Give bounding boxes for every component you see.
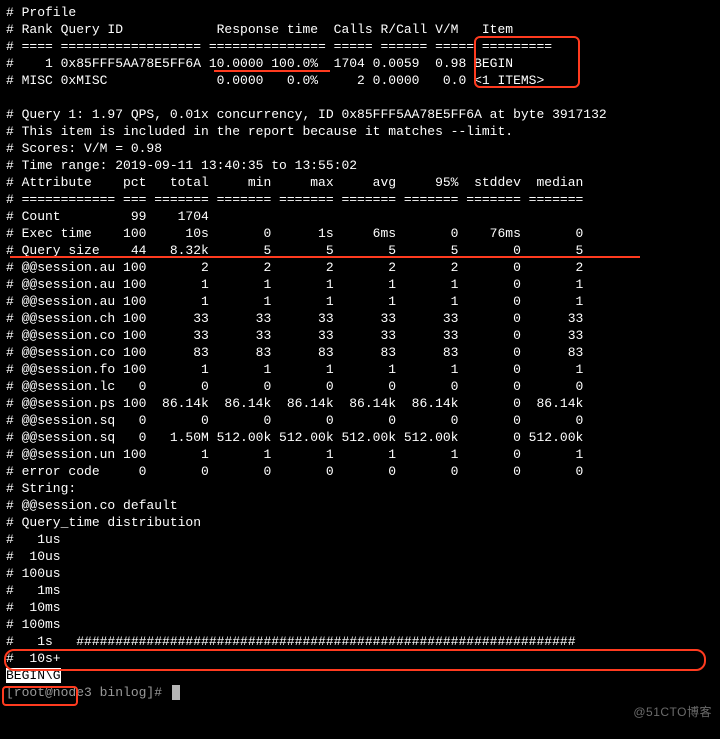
query-timerange: # Time range: 2019-09-11 13:40:35 to 13:… — [6, 157, 720, 174]
qtime-dist-title: # Query_time distribution — [6, 514, 720, 531]
profile-title: # Profile — [6, 4, 720, 21]
attr-sep: # ============ === ======= ======= =====… — [6, 191, 720, 208]
string-label: # String: — [6, 480, 720, 497]
table-row: # Query size 44 8.32k 5 5 5 5 0 5 — [6, 242, 720, 259]
histogram-row: # 10ms — [6, 599, 720, 616]
table-row: # @@session.lc 0 0 0 0 0 0 0 0 — [6, 378, 720, 395]
profile-header: # Rank Query ID Response time Calls R/Ca… — [6, 21, 720, 38]
histogram-row: # 1us — [6, 531, 720, 548]
table-row: # @@session.sq 0 1.50M 512.00k 512.00k 5… — [6, 429, 720, 446]
table-row: # @@session.co 100 33 33 33 33 33 0 33 — [6, 327, 720, 344]
table-row: # @@session.ch 100 33 33 33 33 33 0 33 — [6, 310, 720, 327]
table-row: # @@session.fo 100 1 1 1 1 1 0 1 — [6, 361, 720, 378]
cursor-icon — [172, 685, 180, 700]
blank — [6, 89, 720, 106]
qtime-bins: # 1us# 10us# 100us# 1ms# 10ms# 100ms# 1s… — [6, 531, 720, 667]
table-row: # error code 0 0 0 0 0 0 0 0 — [6, 463, 720, 480]
profile-row-misc: # MISC 0xMISC 0.0000 0.0% 2 0.0000 0.0 <… — [6, 72, 720, 89]
table-row: # @@session.au 100 1 1 1 1 1 0 1 — [6, 276, 720, 293]
histogram-row: # 100us — [6, 565, 720, 582]
query-title: # Query 1: 1.97 QPS, 0.01x concurrency, … — [6, 106, 720, 123]
histogram-row: # 10us — [6, 548, 720, 565]
table-row: # @@session.sq 0 0 0 0 0 0 0 0 — [6, 412, 720, 429]
table-row: # @@session.co 100 83 83 83 83 83 0 83 — [6, 344, 720, 361]
watermark: @51CTO博客 — [633, 704, 712, 721]
profile-sep: # ==== ================== ==============… — [6, 38, 720, 55]
histogram-row: # 1s ###################################… — [6, 633, 720, 650]
table-row: # Exec time 100 10s 0 1s 6ms 0 76ms 0 — [6, 225, 720, 242]
begin-g: BEGIN\G — [6, 667, 720, 684]
attr-rows: # Count 99 1704# Exec time 100 10s 0 1s … — [6, 208, 720, 480]
shell-prompt[interactable]: [root@node3 binlog]# — [6, 684, 720, 701]
histogram-row: # 1ms — [6, 582, 720, 599]
profile-row-1: # 1 0x85FFF5AA78E5FF6A 10.0000 100.0% 17… — [6, 55, 720, 72]
table-row: # @@session.au 100 2 2 2 2 2 0 2 — [6, 259, 720, 276]
query-scores: # Scores: V/M = 0.98 — [6, 140, 720, 157]
session-co-default: # @@session.co default — [6, 497, 720, 514]
table-row: # @@session.ps 100 86.14k 86.14k 86.14k … — [6, 395, 720, 412]
table-row: # @@session.un 100 1 1 1 1 1 0 1 — [6, 446, 720, 463]
histogram-row: # 100ms — [6, 616, 720, 633]
table-row: # Count 99 1704 — [6, 208, 720, 225]
query-note: # This item is included in the report be… — [6, 123, 720, 140]
table-row: # @@session.au 100 1 1 1 1 1 0 1 — [6, 293, 720, 310]
attr-header: # Attribute pct total min max avg 95% st… — [6, 174, 720, 191]
histogram-row: # 10s+ — [6, 650, 720, 667]
